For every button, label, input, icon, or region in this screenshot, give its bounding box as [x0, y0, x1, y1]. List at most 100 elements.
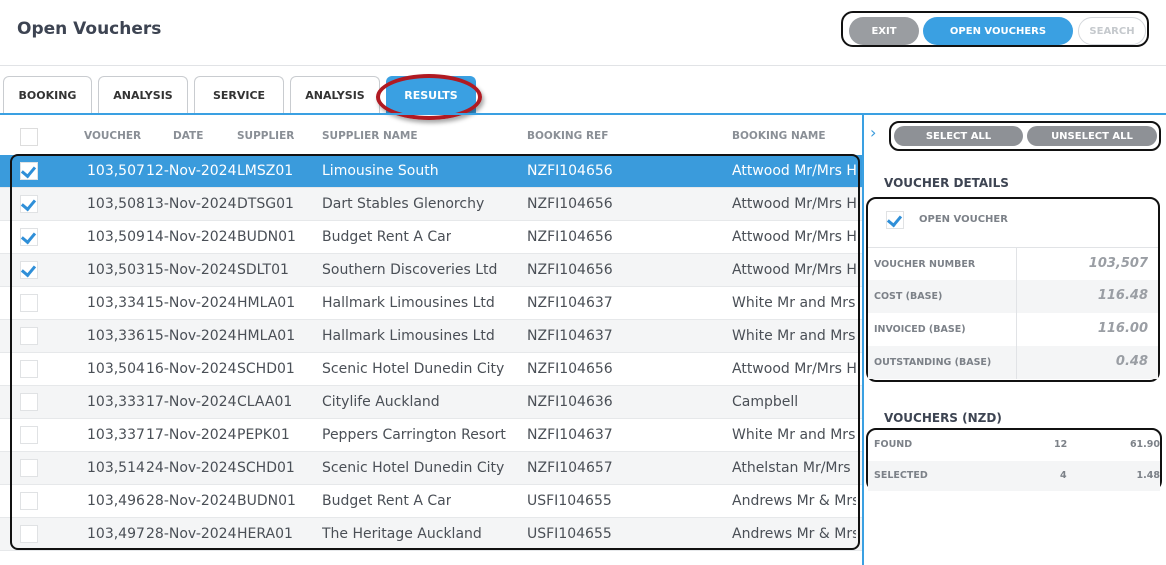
- detail-cost: COST (BASE) 116.48: [868, 280, 1158, 313]
- row-checkbox[interactable]: [20, 162, 38, 180]
- found-count: 12: [1054, 439, 1068, 450]
- row-checkbox[interactable]: [20, 492, 38, 510]
- table-row[interactable]: 103,333 17-Nov-2024 CLAA01 Citylife Aucklan…: [0, 386, 862, 419]
- found-label: FOUND: [874, 439, 913, 450]
- detail-invoiced: INVOICED (BASE) 116.00: [868, 313, 1158, 346]
- col-date[interactable]: DATE: [173, 130, 203, 142]
- cell-booking-name: Campbell: [732, 394, 799, 410]
- check-icon: [20, 261, 37, 278]
- row-checkbox[interactable]: [20, 195, 38, 213]
- cell-booking-name: Attwood Mr/Mrs H: [732, 361, 856, 377]
- unselect-all-button[interactable]: UNSELECT ALL: [1027, 126, 1157, 146]
- selected-label: SELECTED: [874, 470, 928, 481]
- cell-supplier: PEPK01: [237, 427, 290, 443]
- voucher-number-label: VOUCHER NUMBER: [874, 259, 976, 270]
- table-row[interactable]: 103,337 17-Nov-2024 PEPK01 Peppers Carringt…: [0, 419, 862, 452]
- row-checkbox[interactable]: [20, 459, 38, 477]
- tab-analysis-1[interactable]: ANALYSIS: [98, 76, 188, 113]
- cell-booking-ref: NZFI104637: [527, 427, 613, 443]
- row-checkbox[interactable]: [20, 228, 38, 246]
- cell-booking-name: White Mr and Mrs: [732, 295, 856, 311]
- row-checkbox[interactable]: [20, 393, 38, 411]
- table-row[interactable]: 103,514 24-Nov-2024 SCHD01 Scenic Hotel Dun…: [0, 452, 862, 485]
- cell-supplier-name: Southern Discoveries Ltd: [322, 262, 498, 278]
- check-icon: [886, 211, 903, 228]
- outstanding-label: OUTSTANDING (BASE): [874, 357, 992, 368]
- cell-booking-ref: NZFI104656: [527, 262, 613, 278]
- detail-voucher-number: VOUCHER NUMBER 103,507: [868, 247, 1158, 281]
- cell-date: 17-Nov-2024: [146, 427, 237, 443]
- cell-voucher: 103,509: [87, 229, 145, 245]
- outstanding-value: 0.48: [1115, 354, 1148, 369]
- col-supplier[interactable]: SUPPLIER: [237, 130, 294, 142]
- selected-amount: 1.48: [1136, 470, 1160, 481]
- col-booking-ref[interactable]: BOOKING REF: [527, 130, 608, 142]
- cost-value: 116.48: [1097, 288, 1148, 303]
- table-row[interactable]: 103,336 15-Nov-2024 HMLA01 Hallmark Limousi…: [0, 320, 862, 353]
- table-row[interactable]: 103,508 13-Nov-2024 DTSG01 Dart Stables Gle…: [0, 188, 862, 221]
- top-button-group: EXIT OPEN VOUCHERS SEARCH: [841, 11, 1149, 47]
- open-vouchers-button[interactable]: OPEN VOUCHERS: [923, 17, 1073, 45]
- check-icon: [20, 195, 37, 212]
- table-row[interactable]: 103,504 16-Nov-2024 SCHD01 Scenic Hotel Dun…: [0, 353, 862, 386]
- check-icon: [20, 228, 37, 245]
- vouchers-summary-box: FOUND 12 61.90 SELECTED 4 1.48: [866, 428, 1162, 491]
- cell-booking-ref: USFI104655: [527, 526, 612, 542]
- voucher-number-value: 103,507: [1088, 256, 1148, 271]
- cell-supplier-name: The Heritage Auckland: [322, 526, 482, 542]
- table-row[interactable]: 103,334 15-Nov-2024 HMLA01 Hallmark Limousi…: [0, 287, 862, 320]
- row-checkbox[interactable]: [20, 294, 38, 312]
- table-row[interactable]: 103,497 28-Nov-2024 HERA01 The Heritage Auc…: [0, 518, 862, 551]
- cell-supplier: HERA01: [237, 526, 293, 542]
- cell-voucher: 103,504: [87, 361, 145, 377]
- header-divider: [0, 65, 1166, 66]
- exit-button[interactable]: EXIT: [849, 17, 919, 45]
- found-amount: 61.90: [1129, 439, 1160, 450]
- search-button[interactable]: SEARCH: [1078, 17, 1146, 45]
- tab-analysis-2[interactable]: ANALYSIS: [290, 76, 380, 113]
- voucher-details-title: VOUCHER DETAILS: [884, 176, 1009, 190]
- detail-outstanding: OUTSTANDING (BASE) 0.48: [868, 346, 1158, 379]
- row-checkbox[interactable]: [20, 327, 38, 345]
- tab-service[interactable]: SERVICE: [194, 76, 284, 113]
- cell-booking-name: Andrews Mr & Mrs: [732, 493, 856, 509]
- cell-supplier-name: Limousine South: [322, 163, 439, 179]
- cell-date: 13-Nov-2024: [146, 196, 237, 212]
- row-checkbox[interactable]: [20, 360, 38, 378]
- row-checkbox[interactable]: [20, 525, 38, 543]
- check-icon: [20, 162, 37, 179]
- row-checkbox[interactable]: [20, 261, 38, 279]
- open-voucher-checkbox[interactable]: [886, 211, 904, 229]
- table-row[interactable]: 103,509 14-Nov-2024 BUDN01 Budget Rent A Ca…: [0, 221, 862, 254]
- select-all-checkbox[interactable]: [20, 128, 38, 146]
- cell-supplier-name: Scenic Hotel Dunedin City: [322, 460, 505, 476]
- cell-supplier: LMSZ01: [237, 163, 294, 179]
- table-row[interactable]: 103,503 15-Nov-2024 SDLT01 Southern Discove…: [0, 254, 862, 287]
- cell-date: 15-Nov-2024: [146, 328, 237, 344]
- cell-supplier: SDLT01: [237, 262, 289, 278]
- cell-booking-ref: NZFI104656: [527, 229, 613, 245]
- table-row[interactable]: 103,507 12-Nov-2024 LMSZ01 Limousine South N…: [0, 155, 862, 188]
- select-all-button[interactable]: SELECT ALL: [894, 126, 1023, 146]
- cell-voucher: 103,336: [87, 328, 145, 344]
- cell-voucher: 103,333: [87, 394, 145, 410]
- chevron-right-icon[interactable]: ›: [870, 123, 876, 142]
- cell-voucher: 103,497: [87, 526, 145, 542]
- cell-date: 24-Nov-2024: [146, 460, 237, 476]
- cell-supplier: BUDN01: [237, 229, 296, 245]
- cell-voucher: 103,508: [87, 196, 145, 212]
- col-booking-name[interactable]: BOOKING NAME: [732, 130, 826, 142]
- col-supplier-name[interactable]: SUPPLIER NAME: [322, 130, 418, 142]
- col-voucher[interactable]: VOUCHER: [84, 130, 141, 142]
- cell-date: 28-Nov-2024: [146, 493, 237, 509]
- panel-divider: [862, 115, 864, 565]
- cell-supplier: HMLA01: [237, 295, 296, 311]
- row-checkbox[interactable]: [20, 426, 38, 444]
- cell-voucher: 103,507: [87, 163, 145, 179]
- cell-booking-name: Attwood Mr/Mrs H: [732, 196, 856, 212]
- cell-supplier-name: Hallmark Limousines Ltd: [322, 295, 495, 311]
- table-row[interactable]: 103,496 28-Nov-2024 BUDN01 Budget Rent A Ca…: [0, 485, 862, 518]
- cell-booking-name: Attwood Mr/Mrs H: [732, 229, 856, 245]
- tab-booking[interactable]: BOOKING: [3, 76, 92, 113]
- open-voucher-label: OPEN VOUCHER: [919, 214, 1008, 225]
